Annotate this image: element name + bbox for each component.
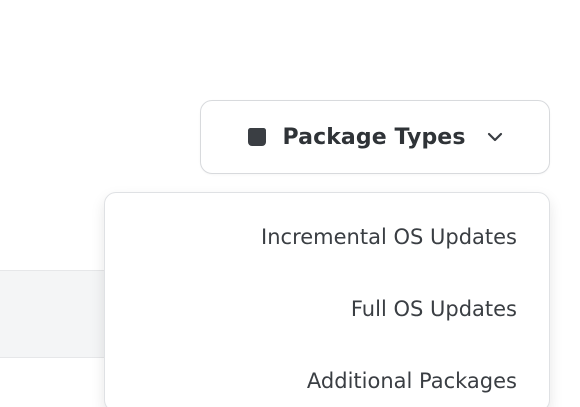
dropdown-label: Package Types	[282, 124, 466, 150]
package-icon	[246, 126, 268, 148]
chevron-down-icon	[486, 128, 504, 146]
menu-item-incremental-os-updates[interactable]: Incremental OS Updates	[105, 201, 549, 273]
page: Package Types Incremental OS Updates Ful…	[0, 0, 580, 407]
package-types-menu: Incremental OS Updates Full OS Updates A…	[104, 192, 550, 407]
menu-item-additional-packages[interactable]: Additional Packages	[105, 345, 549, 407]
menu-item-full-os-updates[interactable]: Full OS Updates	[105, 273, 549, 345]
background-panel	[0, 270, 120, 358]
package-types-dropdown-button[interactable]: Package Types	[200, 100, 550, 174]
